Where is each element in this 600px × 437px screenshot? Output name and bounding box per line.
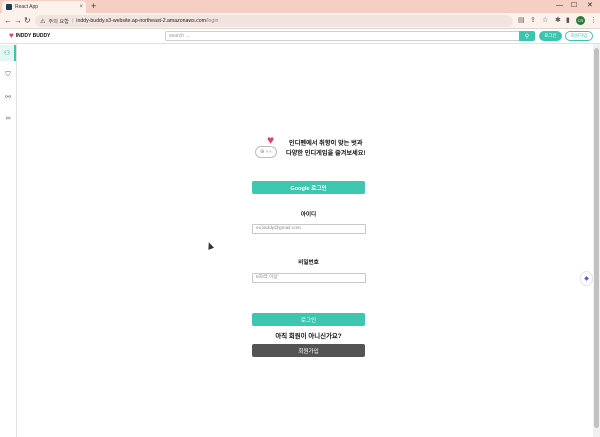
search-input[interactable]: search ... xyxy=(165,31,519,41)
browser-tab-bar: React App × + — ☐ ✕ xyxy=(0,0,600,13)
warning-icon: ⚠ xyxy=(40,18,46,25)
pixel-heart-icon: ♥ xyxy=(267,133,275,147)
sidebar-item-link[interactable]: ∞ xyxy=(0,110,16,126)
address-bar[interactable]: ⚠ 주의 요함 | inddy-buddy.s3-website.ap-nort… xyxy=(35,15,513,27)
search-button[interactable]: ⚲ xyxy=(519,31,535,41)
login-hero: ♥ ⊕ ∘∘ 인디펜에서 취향이 맞는 벗과 다양한 인디게임을 즐겨보세요! xyxy=(255,134,370,162)
close-window-icon[interactable]: ✕ xyxy=(587,0,593,12)
share-icon[interactable]: ⇪ xyxy=(530,16,536,26)
sidebar: ⚇ ⛉ ⚯ ∞ xyxy=(0,44,17,437)
forward-icon[interactable]: → xyxy=(14,15,22,27)
extensions-icon[interactable]: ✱ xyxy=(555,16,561,26)
header-login-button[interactable]: 로그인 xyxy=(539,31,562,41)
tab-title: React App xyxy=(15,4,39,10)
url-host: inddy-buddy.s3-website.ap-northeast-2.am… xyxy=(76,18,206,24)
hero-line-2: 다양한 인디게임을 즐겨보세요! xyxy=(286,150,366,157)
signup-prompt: 아직 회원이 아니신가요? xyxy=(275,333,342,340)
reload-icon[interactable]: ↻ xyxy=(24,15,31,27)
omnibox-separator: | xyxy=(71,18,74,24)
floating-helper-icon[interactable]: ◆ xyxy=(581,272,592,285)
signup-button[interactable]: 회원가입 xyxy=(252,344,365,357)
login-button[interactable]: 로그인 xyxy=(252,313,365,326)
maximize-icon[interactable]: ☐ xyxy=(571,0,577,12)
logo[interactable]: ♥ INDDY BUDDY xyxy=(9,32,50,40)
new-tab-button[interactable]: + xyxy=(91,1,96,12)
id-label: 아이디 xyxy=(300,212,317,218)
security-warning-label: 주의 요함 xyxy=(48,18,69,25)
url-path: /login xyxy=(205,18,219,24)
tab-close-icon[interactable]: × xyxy=(79,4,83,10)
translate-icon[interactable]: ▤ xyxy=(518,16,525,26)
heart-logo-icon: ♥ xyxy=(9,31,14,40)
email-field[interactable]: ex)inddy@gmail.com xyxy=(252,224,366,234)
back-icon[interactable]: ← xyxy=(4,15,12,27)
star-icon[interactable]: ☆ xyxy=(542,16,548,26)
profile-avatar[interactable]: CR xyxy=(576,16,585,25)
mouse-cursor-icon xyxy=(205,241,215,250)
sidebar-item-bookmark[interactable]: ⛉ xyxy=(0,67,16,83)
gamepad-icon: ⚯ xyxy=(5,94,11,101)
sidepanel-icon[interactable]: ▮ xyxy=(566,16,570,26)
search-icon: ⚲ xyxy=(524,33,530,40)
browser-tab[interactable]: React App × xyxy=(2,1,86,13)
password-field[interactable]: 8자리 이상 xyxy=(252,273,366,283)
hero-line-1: 인디펜에서 취향이 맞는 벗과 xyxy=(289,140,363,147)
password-label: 비밀번호 xyxy=(298,260,319,266)
scrollbar-thumb[interactable] xyxy=(594,48,599,428)
menu-kebab-icon[interactable]: ⋮ xyxy=(590,16,597,26)
react-favicon-icon xyxy=(6,4,12,10)
minimize-icon[interactable]: — xyxy=(556,0,563,12)
google-login-button[interactable]: Google 로그인 xyxy=(252,181,365,194)
logo-text: INDDY BUDDY xyxy=(15,33,51,39)
sidebar-item-games[interactable]: ⚯ xyxy=(0,89,16,105)
page-scrollbar[interactable] xyxy=(593,44,600,437)
browser-toolbar: ← → ↻ ⚠ 주의 요함 | inddy-buddy.s3-website.a… xyxy=(0,13,600,29)
bookmark-icon: ⛉ xyxy=(5,71,11,78)
user-icon: ⚇ xyxy=(3,50,11,57)
app-header: ♥ INDDY BUDDY search ... ⚲ 로그인 회원가입 xyxy=(0,29,600,44)
gamepad-illustration-icon: ⊕ ∘∘ xyxy=(255,146,277,158)
header-signup-button[interactable]: 회원가입 xyxy=(565,31,593,41)
sidebar-item-user[interactable]: ⚇ xyxy=(0,45,16,61)
link-icon: ∞ xyxy=(5,114,11,122)
